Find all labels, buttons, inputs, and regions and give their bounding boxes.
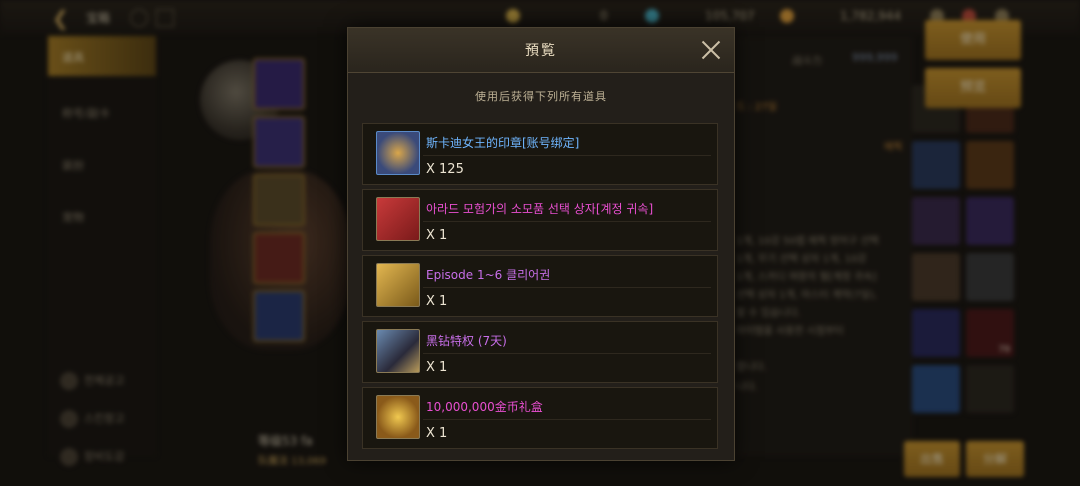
queen-seal-icon (376, 131, 420, 175)
item-quantity: X 1 (426, 294, 448, 309)
preview-modal: 預覧 使用后获得下列所有道具 斯卡迪女王的印章[账号绑定] X 125 아라드 … (347, 27, 735, 461)
list-item[interactable]: Episode 1~6 클리어권 X 1 (362, 255, 718, 317)
black-diamond-icon (376, 329, 420, 373)
modal-subtitle: 使用后获得下列所有道具 (475, 90, 607, 103)
item-name: 黑钻特权 (7天) (426, 334, 507, 348)
divider (423, 287, 711, 288)
item-quantity: X 1 (426, 228, 448, 243)
list-item[interactable]: 黑钻特权 (7天) X 1 (362, 321, 718, 383)
list-item[interactable]: 10,000,000金币礼盒 X 1 (362, 387, 718, 449)
item-name: 아라드 모험가의 소모품 선택 상자[계정 귀속] (426, 202, 654, 216)
modal-header: 預覧 (348, 28, 734, 73)
item-name: 斯卡迪女王的印章[账号绑定] (426, 136, 580, 150)
reward-list: 斯卡迪女王的印章[账号绑定] X 125 아라드 모험가의 소모품 선택 상자[… (362, 123, 718, 451)
item-name: Episode 1~6 클리어권 (426, 268, 551, 282)
item-name: 10,000,000金币礼盒 (426, 400, 543, 414)
gift-box-icon (376, 197, 420, 241)
item-quantity: X 1 (426, 426, 448, 441)
list-item[interactable]: 斯卡迪女王的印章[账号绑定] X 125 (362, 123, 718, 185)
ticket-icon (376, 263, 420, 307)
modal-title: 預覧 (525, 43, 557, 59)
divider (423, 221, 711, 222)
divider (423, 353, 711, 354)
item-quantity: X 125 (426, 162, 464, 177)
divider (423, 419, 711, 420)
list-item[interactable]: 아라드 모험가의 소모품 선택 상자[계정 귀속] X 1 (362, 189, 718, 251)
item-quantity: X 1 (426, 360, 448, 375)
divider (423, 155, 711, 156)
gold-chest-icon (376, 395, 420, 439)
close-icon[interactable] (699, 38, 723, 62)
